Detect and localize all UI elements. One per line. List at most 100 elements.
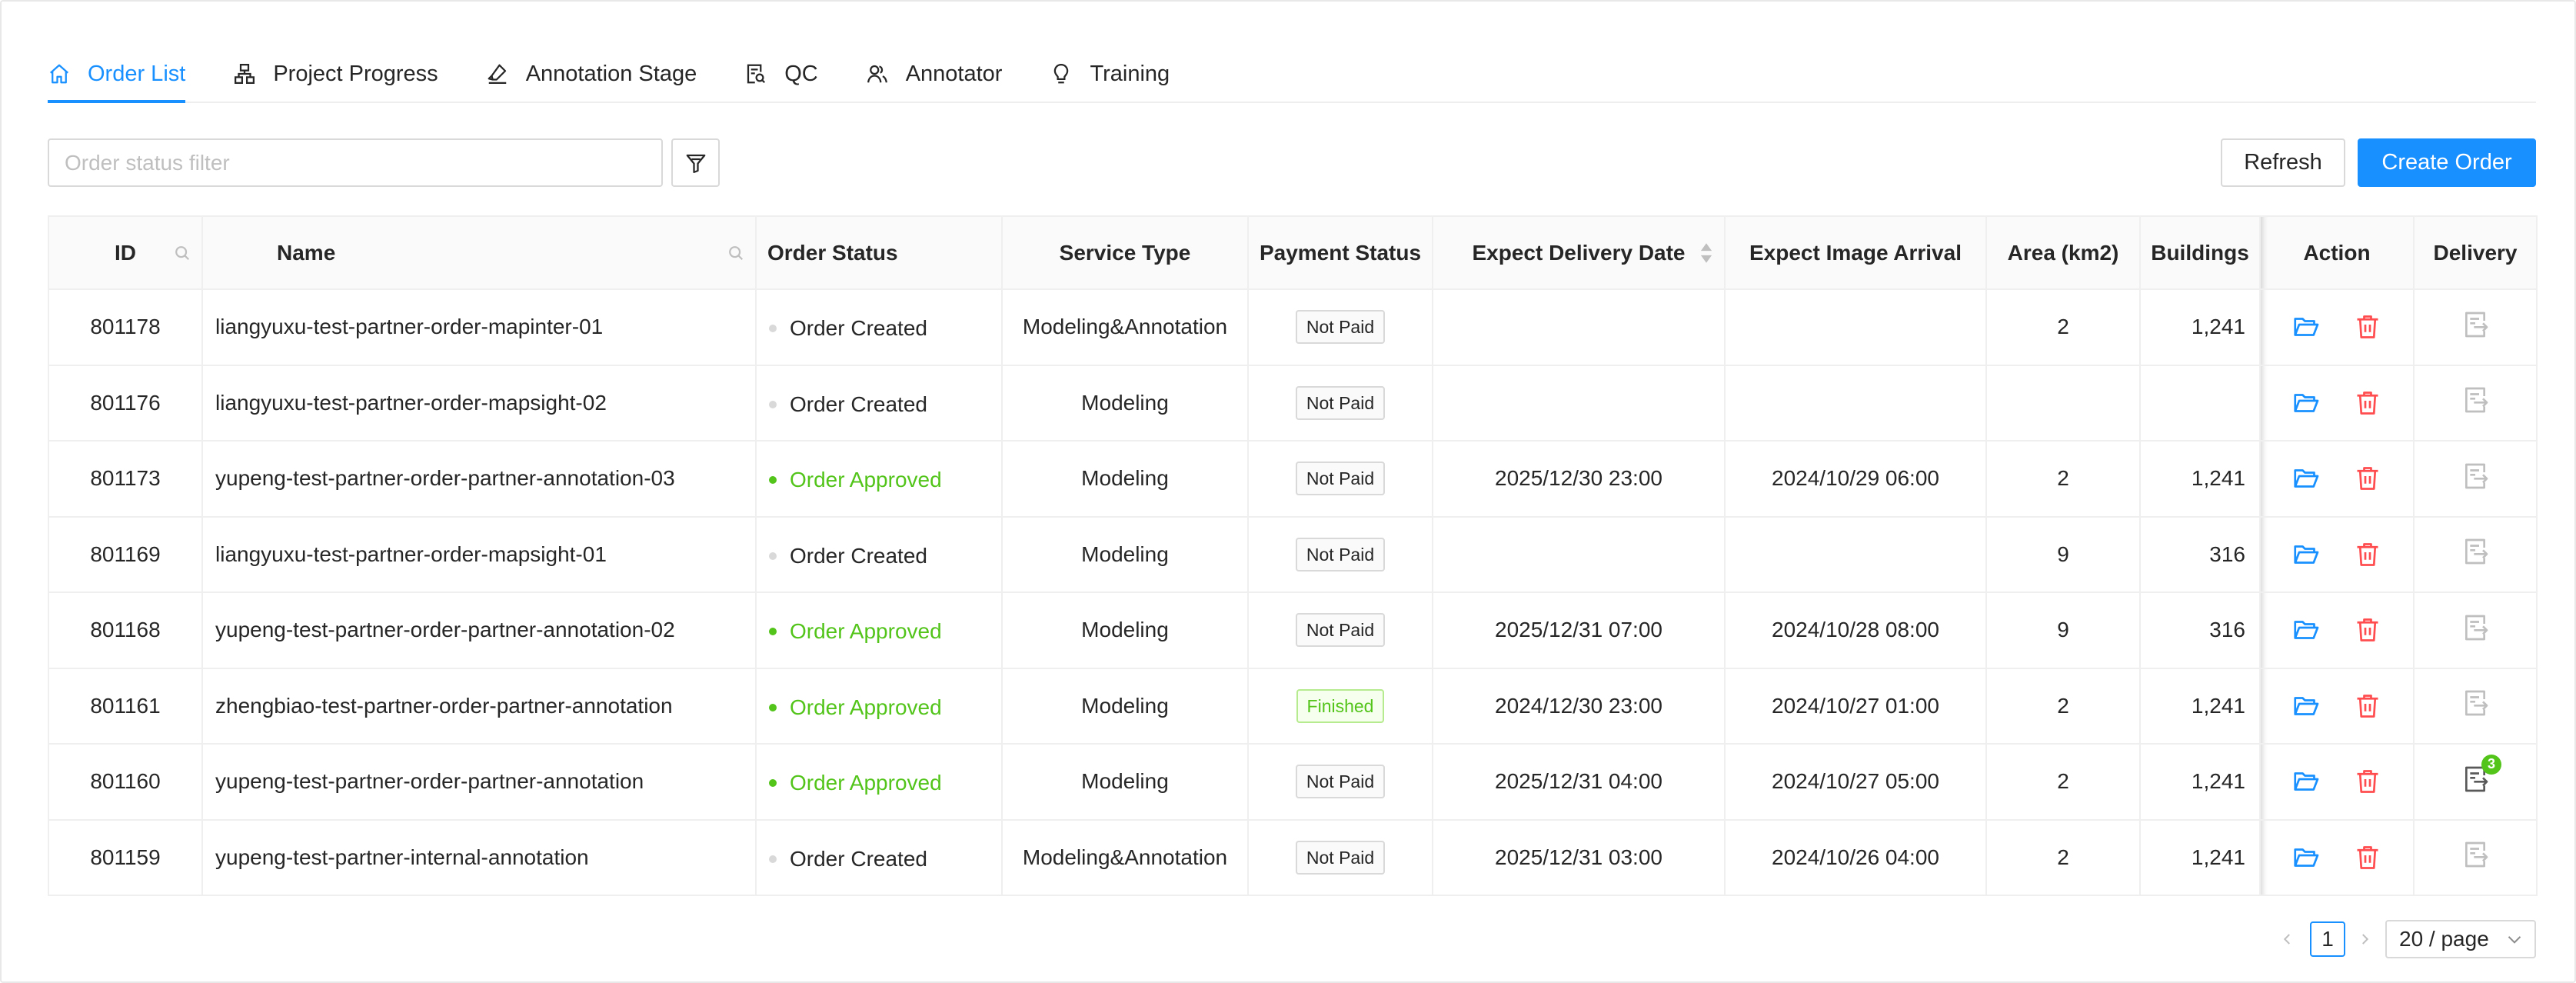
table-row: 801178 liangyuxu-test-partner-order-mapin… <box>48 288 2538 366</box>
column-header-area: Area (km2) <box>1985 215 2141 290</box>
column-header-service-type: Service Type <box>1001 215 1249 290</box>
page-size-select[interactable]: 20 / page <box>2385 920 2536 958</box>
create-order-button[interactable]: Create Order <box>2358 138 2536 187</box>
status-dot <box>769 551 777 560</box>
delete-icon[interactable] <box>2354 389 2381 417</box>
column-header-name[interactable]: Name <box>201 215 757 290</box>
table-row: 801173 yupeng-test-partner-order-partner-… <box>48 440 2538 518</box>
cell-action <box>2259 440 2415 518</box>
pagination-next-button[interactable] <box>2353 921 2376 957</box>
folder-open-icon[interactable] <box>2292 768 2320 795</box>
folder-open-icon[interactable] <box>2292 465 2320 492</box>
sort-icon[interactable] <box>1699 240 1713 266</box>
delivery-button <box>2460 839 2491 870</box>
page-size-value: 20 / page <box>2399 927 2489 951</box>
folder-open-icon[interactable] <box>2292 844 2320 871</box>
tab-order-list[interactable]: Order List <box>48 46 186 103</box>
cell-expect-delivery-date: 2025/12/31 04:00 <box>1432 743 1726 821</box>
cell-buildings: 1,241 <box>2139 288 2261 366</box>
tab-annotator[interactable]: Annotator <box>866 46 1002 102</box>
folder-open-icon[interactable] <box>2292 389 2320 417</box>
status-text: Order Approved <box>790 771 942 795</box>
refresh-button[interactable]: Refresh <box>2221 138 2345 187</box>
column-header-label: Service Type <box>1059 240 1191 265</box>
folder-open-icon[interactable] <box>2292 692 2320 720</box>
cell-buildings: 316 <box>2139 515 2261 593</box>
payment-status-badge: Not Paid <box>1295 765 1386 799</box>
status-text: Order Approved <box>790 468 942 492</box>
column-header-order-status: Order Status <box>755 215 1003 290</box>
cell-service-type: Modeling <box>1001 743 1249 821</box>
column-header-label: Expect Image Arrival <box>1749 240 1962 265</box>
delete-icon[interactable] <box>2354 541 2381 568</box>
pagination-prev-button[interactable] <box>2276 921 2299 957</box>
column-header-label: Buildings <box>2151 240 2249 265</box>
delivery-button[interactable]: 3 <box>2460 754 2501 795</box>
cell-order-status: Order Approved <box>755 743 1003 821</box>
column-header-label: Payment Status <box>1259 240 1422 265</box>
column-header-expect-delivery-date[interactable]: Expect Delivery Date <box>1432 215 1726 290</box>
filter-icon <box>686 154 705 173</box>
cell-name: yupeng-test-partner-order-partner-annota… <box>201 591 757 669</box>
cell-buildings: 1,241 <box>2139 440 2261 518</box>
cell-payment-status: Not Paid <box>1247 440 1433 518</box>
cell-action <box>2259 591 2415 669</box>
column-header-label: Delivery <box>2433 240 2518 265</box>
column-header-id[interactable]: ID <box>48 215 203 290</box>
search-icon[interactable] <box>727 245 744 262</box>
status-indicator: Order Approved <box>769 695 942 720</box>
cell-delivery <box>2413 364 2538 442</box>
cell-name: zhengbiao-test-partner-order-partner-ann… <box>201 667 757 745</box>
cell-name: liangyuxu-test-partner-order-mapsight-01 <box>201 515 757 593</box>
cell-action <box>2259 818 2415 896</box>
status-indicator: Order Approved <box>769 468 942 492</box>
cell-expect-image-arrival: 2024/10/29 06:00 <box>1724 440 1987 518</box>
table-row: 801159 yupeng-test-partner-internal-annot… <box>48 818 2538 896</box>
cell-order-status: Order Approved <box>755 440 1003 518</box>
delete-icon[interactable] <box>2354 844 2381 871</box>
tab-qc[interactable]: QC <box>744 46 818 102</box>
cell-action <box>2259 515 2415 593</box>
delete-icon[interactable] <box>2354 313 2381 341</box>
row-actions <box>2261 313 2412 341</box>
status-dot <box>769 628 777 636</box>
status-indicator: Order Approved <box>769 771 942 795</box>
tab-annotation-stage[interactable]: Annotation Stage <box>486 46 697 102</box>
row-actions <box>2261 465 2412 492</box>
column-header-label: Expect Delivery Date <box>1472 240 1686 265</box>
chevron-right-icon <box>2362 934 2369 945</box>
folder-open-icon[interactable] <box>2292 616 2320 644</box>
delete-icon[interactable] <box>2354 616 2381 644</box>
tab-training[interactable]: Training <box>1050 46 1170 102</box>
chevron-left-icon <box>2283 934 2290 945</box>
folder-open-icon[interactable] <box>2292 313 2320 341</box>
status-indicator: Order Created <box>769 847 927 871</box>
order-status-filter-input[interactable] <box>48 138 663 187</box>
cell-buildings: 316 <box>2139 591 2261 669</box>
cell-service-type: Modeling <box>1001 364 1249 442</box>
cell-delivery: 3 <box>2413 743 2538 821</box>
cell-id: 801159 <box>48 818 203 896</box>
cell-expect-image-arrival: 2024/10/26 04:00 <box>1724 818 1987 896</box>
delete-icon[interactable] <box>2354 465 2381 492</box>
cell-delivery <box>2413 667 2538 745</box>
cell-delivery <box>2413 818 2538 896</box>
folder-open-icon[interactable] <box>2292 541 2320 568</box>
payment-status-badge: Not Paid <box>1295 840 1386 875</box>
status-indicator: Order Created <box>769 316 927 341</box>
pagination-page-1[interactable]: 1 <box>2310 921 2345 957</box>
delete-icon[interactable] <box>2354 692 2381 720</box>
filter-button[interactable] <box>671 138 720 187</box>
cell-payment-status: Not Paid <box>1247 818 1433 896</box>
delete-icon[interactable] <box>2354 768 2381 795</box>
cell-name: liangyuxu-test-partner-order-mapinter-01 <box>201 288 757 366</box>
cell-area: 9 <box>1985 591 2141 669</box>
search-icon[interactable] <box>174 245 191 262</box>
tab-project-progress[interactable]: Project Progress <box>233 46 438 102</box>
cell-expect-delivery-date <box>1432 515 1726 593</box>
row-actions <box>2261 768 2412 795</box>
cell-expect-delivery-date: 2025/12/30 23:00 <box>1432 440 1726 518</box>
status-text: Order Created <box>790 316 927 341</box>
status-text: Order Approved <box>790 695 942 719</box>
table-row: 801169 liangyuxu-test-partner-order-mapsi… <box>48 515 2538 593</box>
